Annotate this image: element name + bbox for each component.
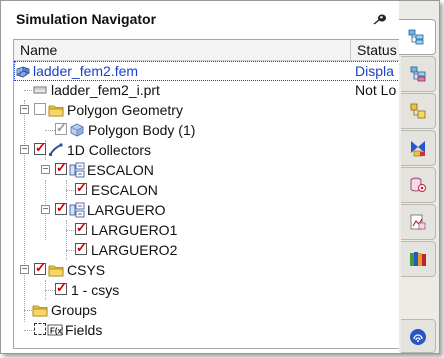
visibility-checkbox[interactable] [34, 103, 46, 115]
visibility-checkbox[interactable] [55, 160, 67, 176]
tree-row-csys[interactable]: − CSYS [14, 260, 400, 280]
name-column-header[interactable]: Name [14, 40, 351, 60]
tree-row-polygon-body[interactable]: Polygon Body (1) [14, 120, 400, 140]
tab-palette[interactable] [401, 241, 436, 277]
visibility-checkbox[interactable] [75, 180, 87, 196]
navigator-tree: Name Status ladder_fem2.fem Displa ladde… [13, 39, 400, 349]
tree-row-label: LARGUERO [87, 202, 166, 218]
tree-row-status: Not Lo [355, 82, 397, 98]
tab-reuse-library[interactable] [401, 167, 436, 203]
tab-constraints-navigator[interactable] [401, 130, 436, 166]
visibility-checkbox[interactable] [75, 220, 87, 236]
tree-row-status: Displa [355, 63, 394, 79]
mesh-collector-icon [69, 162, 85, 178]
tree-row-label: CSYS [67, 262, 106, 278]
tree-row-label: LARGUERO1 [91, 222, 178, 238]
history-icon [410, 214, 426, 230]
reuse-library-icon [410, 177, 426, 192]
tree-row-label: Polygon Geometry [67, 102, 183, 118]
tree-row-label: Groups [51, 302, 97, 318]
visibility-checkbox[interactable] [34, 260, 46, 276]
tree-row-label: Polygon Body (1) [88, 122, 196, 138]
tree-row-groups[interactable]: Groups [14, 300, 400, 320]
tree-row-label: 1 - csys [71, 282, 120, 298]
fields-icon: F(x) [47, 324, 63, 336]
collapse-toggle[interactable]: − [20, 265, 29, 275]
tree-row-label: Fields [65, 322, 103, 338]
info-icon [410, 329, 426, 345]
tree-row-label: ESCALON [91, 182, 158, 198]
panel-title-bar: Simulation Navigator [1, 1, 399, 35]
tree-row-1d-collectors[interactable]: − 1D Collectors [14, 140, 400, 160]
tree-row-label: 1D Collectors [67, 142, 152, 158]
sim-file-view-icon [410, 66, 426, 82]
tree-row-label: ladder_fem2_i.prt [51, 82, 160, 98]
folder-icon [32, 305, 48, 317]
tree-row-escalon-collector[interactable]: − ESCALON [14, 160, 400, 180]
tab-sim-file-view[interactable] [401, 56, 436, 92]
constraints-navigator-icon [411, 141, 425, 157]
tab-simulation-navigator[interactable] [399, 19, 436, 55]
tree-row-larguero-collector[interactable]: − LARGUERO [14, 200, 400, 220]
collapse-toggle[interactable]: − [20, 105, 29, 115]
part-file-icon [33, 86, 47, 94]
mesh-collector-icon [69, 202, 85, 218]
tree-row-fields[interactable]: F(x) Fields [14, 320, 400, 340]
simulation-navigator-icon [408, 29, 424, 45]
folder-icon [48, 105, 64, 117]
1d-collector-icon [48, 143, 63, 157]
tree-row-larguero2-mesh[interactable]: LARGUERO2 [14, 240, 400, 260]
tab-history[interactable] [401, 204, 436, 240]
resource-bar [399, 1, 439, 353]
tree-row-fem-file[interactable]: ladder_fem2.fem Displa [14, 61, 400, 81]
collapse-toggle[interactable]: − [20, 145, 29, 155]
part-navigator-icon [410, 103, 426, 119]
visibility-checkbox[interactable] [34, 140, 46, 156]
tree-row-escalon-mesh[interactable]: ESCALON [14, 180, 400, 200]
tree-row-polygon-geometry[interactable]: − Polygon Geometry [14, 100, 400, 120]
column-header: Name Status [14, 40, 400, 61]
tree-row-larguero1-mesh[interactable]: LARGUERO1 [14, 220, 400, 240]
tab-info[interactable] [401, 319, 436, 353]
status-column-header[interactable]: Status [351, 40, 400, 60]
visibility-checkbox[interactable] [55, 200, 67, 216]
visibility-checkbox[interactable] [34, 323, 46, 335]
collapse-toggle[interactable]: − [41, 205, 50, 215]
visibility-checkbox[interactable] [75, 240, 87, 256]
tree-row-label: LARGUERO2 [91, 242, 178, 258]
pin-icon[interactable] [373, 13, 387, 25]
tree-row-part-file[interactable]: ladder_fem2_i.prt Not Lo [14, 80, 400, 100]
collapse-toggle[interactable]: − [41, 165, 50, 175]
polygon-body-icon [70, 123, 84, 137]
palette-icon [410, 252, 426, 266]
folder-icon [48, 265, 64, 277]
svg-text:F(x): F(x) [50, 327, 63, 336]
tree-row-label: ladder_fem2.fem [33, 63, 139, 79]
tree-row-label: ESCALON [87, 162, 154, 178]
fem-mesh-icon [16, 66, 30, 78]
simulation-navigator-window: Simulation Navigator Name Status ladder_… [0, 0, 440, 354]
visibility-checkbox[interactable] [55, 280, 67, 296]
tree-row-csys-1[interactable]: 1 - csys [14, 280, 400, 300]
panel-title: Simulation Navigator [16, 11, 157, 27]
tab-part-navigator[interactable] [401, 93, 436, 129]
visibility-checkbox[interactable] [55, 120, 67, 136]
navigator-panel: Simulation Navigator Name Status ladder_… [1, 1, 400, 353]
